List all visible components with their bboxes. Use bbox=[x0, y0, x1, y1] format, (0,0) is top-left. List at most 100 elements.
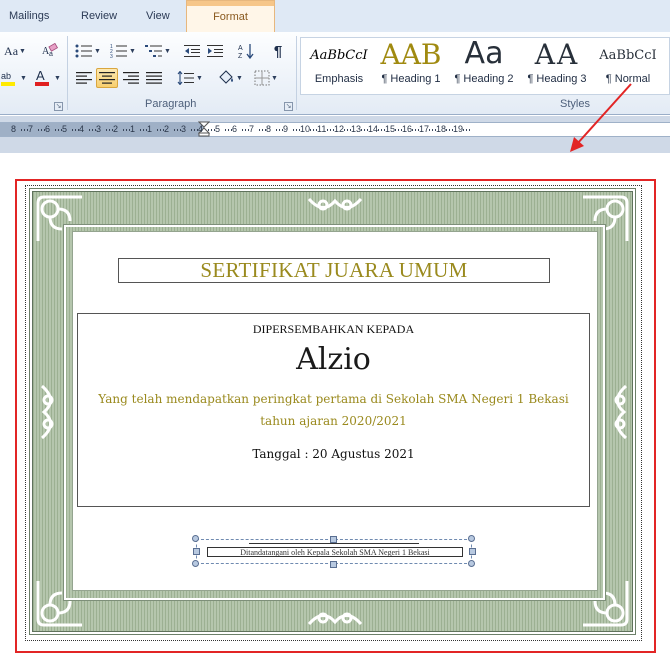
justify-button[interactable] bbox=[144, 68, 164, 88]
style-sample: Aa bbox=[464, 36, 504, 66]
ruler-tick bbox=[106, 129, 107, 131]
align-center-button[interactable] bbox=[96, 68, 118, 88]
ruler-number: 2 bbox=[164, 124, 170, 134]
style-name: Emphasis bbox=[314, 73, 364, 85]
highlight-caret-icon[interactable]: ▼ bbox=[20, 75, 27, 82]
svg-text:A: A bbox=[238, 45, 243, 52]
group-separator bbox=[67, 36, 68, 110]
tab-view[interactable]: View bbox=[146, 10, 170, 22]
ruler-tick bbox=[123, 129, 124, 131]
ruler-tick bbox=[463, 129, 464, 131]
line-spacing-button[interactable]: ▼ bbox=[176, 68, 204, 88]
svg-text:Z: Z bbox=[238, 53, 243, 59]
ruler-tick bbox=[276, 129, 277, 131]
ruler-tick bbox=[157, 129, 158, 131]
ruler-tick bbox=[449, 129, 450, 131]
highlight-color-button[interactable]: ab bbox=[0, 68, 18, 88]
ruler-number: 7 bbox=[28, 124, 34, 134]
ruler-number: 7 bbox=[249, 124, 255, 134]
ruler-tick bbox=[208, 129, 209, 131]
style-heading-2[interactable]: Aa ¶ Heading 2 bbox=[449, 36, 519, 94]
increase-indent-button[interactable] bbox=[205, 41, 225, 61]
svg-text:A: A bbox=[36, 69, 45, 83]
ruler-tick bbox=[126, 129, 127, 131]
ruler-tick bbox=[89, 129, 90, 131]
paragraph-group-label: Paragraph bbox=[145, 98, 197, 110]
ruler-number: 3 bbox=[181, 124, 187, 134]
justify-icon bbox=[146, 72, 162, 84]
borders-icon bbox=[254, 70, 270, 86]
ruler-tick bbox=[412, 129, 413, 131]
style-emphasis[interactable]: AaBbCcI Emphasis bbox=[305, 38, 373, 94]
style-sample: AAB bbox=[380, 38, 442, 68]
tab-review[interactable]: Review bbox=[81, 10, 117, 22]
tab-format[interactable]: Format bbox=[186, 0, 275, 32]
ruler-tick bbox=[160, 129, 161, 131]
ruler-tick bbox=[228, 129, 229, 131]
ruler-tick bbox=[211, 129, 212, 131]
ruler-tick bbox=[92, 129, 93, 131]
ruler-number: 4 bbox=[198, 124, 204, 134]
paint-bucket-icon bbox=[219, 70, 234, 84]
ruler-tick bbox=[361, 129, 362, 131]
highlighter-icon: ab bbox=[1, 71, 15, 86]
ruler-tick bbox=[446, 129, 447, 131]
ruler-tick bbox=[109, 129, 110, 131]
ruler-tick bbox=[58, 129, 59, 131]
clear-formatting-icon: Aa bbox=[42, 43, 59, 58]
ruler-tick bbox=[55, 129, 56, 131]
multilevel-list-icon bbox=[145, 45, 163, 57]
ruler-tick bbox=[75, 129, 76, 131]
annotation-arrow-icon bbox=[570, 83, 632, 152]
bullets-button[interactable]: ▼ bbox=[74, 41, 102, 61]
ruler-tick bbox=[177, 129, 178, 131]
paragraph-dialog-launcher-icon[interactable]: ↘ bbox=[284, 102, 293, 111]
ruler-number: 1 bbox=[147, 124, 153, 134]
ruler-tick bbox=[415, 129, 416, 131]
font-color-icon: A bbox=[35, 69, 49, 86]
word-window: { "ribbon": { "tabs": [ {"label": "Maili… bbox=[0, 0, 670, 670]
align-center-icon bbox=[99, 72, 115, 84]
sort-icon: AZ bbox=[238, 44, 254, 59]
font-color-button[interactable]: A bbox=[32, 68, 52, 88]
ruler-number: 10 bbox=[300, 124, 311, 134]
ruler-number: 11 bbox=[317, 124, 327, 134]
tab-mailings[interactable]: Mailings bbox=[9, 10, 49, 22]
ruler-tick bbox=[310, 129, 311, 131]
ruler-number: 16 bbox=[402, 124, 413, 134]
ruler-tick bbox=[174, 129, 175, 131]
numbering-button[interactable]: 1 2 3 ▼ bbox=[108, 41, 138, 61]
svg-text:ab: ab bbox=[1, 71, 11, 81]
font-dialog-launcher-icon[interactable]: ↘ bbox=[54, 102, 63, 111]
ruler-tick bbox=[259, 129, 260, 131]
borders-button[interactable]: ▼ bbox=[252, 68, 280, 88]
ruler-number: 12 bbox=[334, 124, 345, 134]
show-formatting-button[interactable]: ¶ bbox=[268, 41, 288, 61]
decrease-indent-icon bbox=[184, 45, 200, 57]
style-heading-1[interactable]: AAB ¶ Heading 1 bbox=[375, 38, 447, 94]
multilevel-list-button[interactable]: ▼ bbox=[143, 41, 173, 61]
ruler-number: 18 bbox=[436, 124, 447, 134]
style-name: ¶ Heading 1 bbox=[381, 73, 441, 85]
ruler-tick bbox=[242, 129, 243, 131]
sort-button[interactable]: AZ bbox=[236, 41, 256, 61]
ruler-tick bbox=[395, 129, 396, 131]
change-case-button[interactable]: Aa ▼ bbox=[2, 41, 28, 61]
align-right-button[interactable] bbox=[121, 68, 141, 88]
ruler-tick bbox=[24, 129, 25, 131]
ruler-tick bbox=[469, 129, 470, 131]
font-color-caret-icon[interactable]: ▼ bbox=[54, 75, 61, 82]
ruler-tick bbox=[296, 129, 297, 131]
ruler-number: 19 bbox=[453, 124, 464, 134]
ruler-number: 9 bbox=[283, 124, 289, 134]
line-spacing-icon bbox=[177, 71, 195, 85]
ruler-tick bbox=[194, 129, 195, 131]
ruler-tick bbox=[279, 129, 280, 131]
decrease-indent-button[interactable] bbox=[182, 41, 202, 61]
clear-formatting-button[interactable]: Aa bbox=[40, 41, 60, 61]
shading-button[interactable]: ▼ bbox=[216, 68, 244, 88]
align-left-button[interactable] bbox=[74, 68, 94, 88]
ruler-number: 14 bbox=[368, 124, 379, 134]
ruler-number: 15 bbox=[385, 124, 396, 134]
ruler-tick bbox=[225, 129, 226, 131]
